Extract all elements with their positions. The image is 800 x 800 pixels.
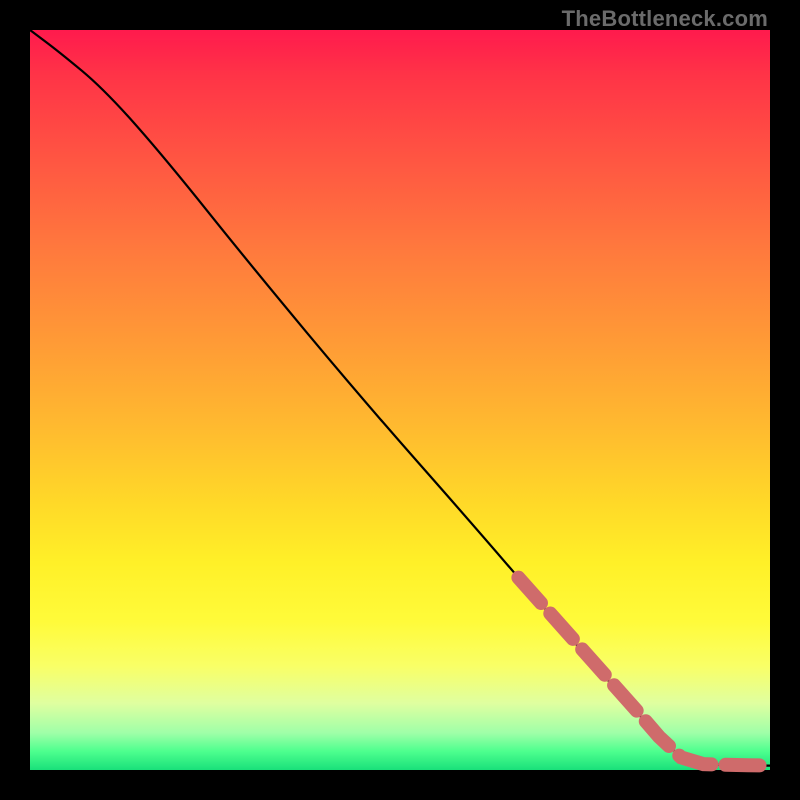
- curve-line: [30, 30, 770, 766]
- chart-svg: [30, 30, 770, 770]
- chart-frame: TheBottleneck.com: [0, 0, 800, 800]
- watermark-text: TheBottleneck.com: [562, 6, 768, 32]
- highlight-dashed-line: [518, 578, 770, 766]
